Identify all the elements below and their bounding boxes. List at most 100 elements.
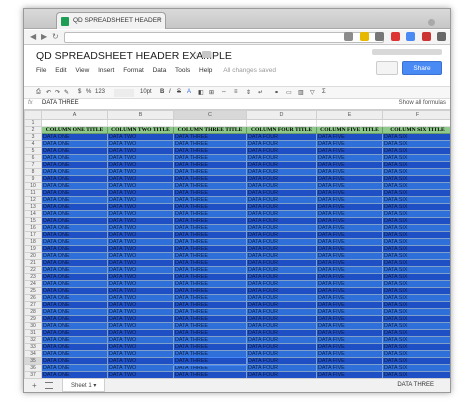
- grid-cell[interactable]: DATA THREE: [173, 189, 247, 197]
- grid-cell[interactable]: COLUMN FIVE TITLE: [316, 126, 383, 134]
- row-header[interactable]: 5: [24, 147, 42, 155]
- grid-cell[interactable]: DATA THREE: [173, 315, 247, 323]
- grid-cell[interactable]: [316, 119, 383, 127]
- redo-icon[interactable]: ↷: [55, 89, 60, 96]
- column-header-f[interactable]: F: [382, 110, 450, 120]
- grid-cell[interactable]: [173, 119, 247, 127]
- row-header[interactable]: 29: [24, 315, 42, 323]
- grid-cell[interactable]: DATA SIX: [382, 182, 450, 190]
- grid-cell[interactable]: DATA ONE: [41, 238, 108, 246]
- row-header[interactable]: 25: [24, 287, 42, 295]
- grid-cell[interactable]: DATA THREE: [173, 217, 247, 225]
- column-header-c[interactable]: C: [173, 110, 247, 120]
- grid-cell[interactable]: DATA TWO: [107, 287, 174, 295]
- grid-cell[interactable]: DATA THREE: [173, 203, 247, 211]
- grid-cell[interactable]: DATA THREE: [173, 133, 247, 141]
- row-header[interactable]: 33: [24, 343, 42, 351]
- grid-cell[interactable]: DATA ONE: [41, 259, 108, 267]
- menu-tools[interactable]: Tools: [175, 67, 190, 74]
- grid-cell[interactable]: DATA FIVE: [316, 329, 383, 337]
- grid-cell[interactable]: DATA SIX: [382, 168, 450, 176]
- row-header[interactable]: 13: [24, 203, 42, 211]
- row-header[interactable]: 21: [24, 259, 42, 267]
- grid-cell[interactable]: DATA FOUR: [246, 133, 317, 141]
- grid-cell[interactable]: DATA FIVE: [316, 147, 383, 155]
- grid-cell[interactable]: DATA FIVE: [316, 336, 383, 344]
- borders-icon[interactable]: ⊞: [209, 89, 214, 96]
- show-all-formulas-link[interactable]: Show all formulas: [399, 100, 446, 106]
- grid-cell[interactable]: DATA SIX: [382, 175, 450, 183]
- grid-cell[interactable]: DATA ONE: [41, 231, 108, 239]
- grid-cell[interactable]: DATA TWO: [107, 168, 174, 176]
- grid-cell[interactable]: DATA TWO: [107, 231, 174, 239]
- grid-cell[interactable]: DATA ONE: [41, 196, 108, 204]
- grid-cell[interactable]: DATA THREE: [173, 224, 247, 232]
- row-header[interactable]: 32: [24, 336, 42, 344]
- grid-cell[interactable]: DATA FIVE: [316, 217, 383, 225]
- gmail-icon[interactable]: [390, 32, 400, 41]
- grid-cell[interactable]: DATA ONE: [41, 308, 108, 316]
- grid-cell[interactable]: DATA FOUR: [246, 301, 317, 309]
- all-sheets-menu-icon[interactable]: [45, 382, 53, 389]
- row-header[interactable]: 31: [24, 329, 42, 337]
- grid-cell[interactable]: DATA THREE: [173, 308, 247, 316]
- grid-cell[interactable]: DATA SIX: [382, 217, 450, 225]
- grid-cell[interactable]: DATA SIX: [382, 238, 450, 246]
- grid-cell[interactable]: DATA FIVE: [316, 210, 383, 218]
- grid-cell[interactable]: DATA ONE: [41, 364, 108, 372]
- grid-cell[interactable]: DATA TWO: [107, 343, 174, 351]
- grid-cell[interactable]: DATA FIVE: [316, 287, 383, 295]
- grid-cell[interactable]: DATA SIX: [382, 329, 450, 337]
- insert-comment-icon[interactable]: ▭: [286, 89, 292, 96]
- menu-insert[interactable]: Insert: [98, 67, 114, 74]
- grid-cell[interactable]: DATA TWO: [107, 133, 174, 141]
- grid-cell[interactable]: DATA SIX: [382, 343, 450, 351]
- bold-button[interactable]: B: [160, 89, 164, 95]
- grid-cell[interactable]: COLUMN TWO TITLE: [107, 126, 174, 134]
- grid-cell[interactable]: DATA THREE: [173, 364, 247, 372]
- row-header[interactable]: 16: [24, 224, 42, 232]
- grid-cell[interactable]: DATA TWO: [107, 329, 174, 337]
- grid-cell[interactable]: DATA FIVE: [316, 252, 383, 260]
- grid-cell[interactable]: DATA SIX: [382, 203, 450, 211]
- extension-icon[interactable]: [359, 32, 369, 41]
- grid-cell[interactable]: DATA TWO: [107, 140, 174, 148]
- row-header[interactable]: 26: [24, 294, 42, 302]
- row-header[interactable]: 7: [24, 161, 42, 169]
- grid-cell[interactable]: DATA ONE: [41, 224, 108, 232]
- grid-cell[interactable]: DATA TWO: [107, 154, 174, 162]
- menu-help[interactable]: Help: [199, 67, 212, 74]
- user-account[interactable]: [372, 49, 442, 55]
- grid-cell[interactable]: DATA FIVE: [316, 224, 383, 232]
- grid-cell[interactable]: DATA FOUR: [246, 182, 317, 190]
- add-sheet-button[interactable]: +: [32, 381, 37, 390]
- grid-cell[interactable]: DATA TWO: [107, 308, 174, 316]
- grid-cell[interactable]: DATA FOUR: [246, 364, 317, 372]
- grid-cell[interactable]: DATA THREE: [173, 161, 247, 169]
- number-format-button[interactable]: 123: [95, 89, 105, 95]
- valign-icon[interactable]: ⇕: [246, 89, 251, 96]
- grid-cell[interactable]: DATA FOUR: [246, 140, 317, 148]
- grid-cell[interactable]: DATA SIX: [382, 140, 450, 148]
- grid-cell[interactable]: DATA SIX: [382, 154, 450, 162]
- grid-cell[interactable]: DATA TWO: [107, 364, 174, 372]
- grid-cell[interactable]: DATA SIX: [382, 357, 450, 365]
- grid-cell[interactable]: DATA FOUR: [246, 175, 317, 183]
- grid-cell[interactable]: DATA TWO: [107, 322, 174, 330]
- grid-cell[interactable]: DATA TWO: [107, 357, 174, 365]
- grid-cell[interactable]: DATA ONE: [41, 168, 108, 176]
- grid-cell[interactable]: DATA SIX: [382, 315, 450, 323]
- grid-cell[interactable]: DATA ONE: [41, 175, 108, 183]
- grid-cell[interactable]: DATA ONE: [41, 161, 108, 169]
- grid-cell[interactable]: DATA FOUR: [246, 315, 317, 323]
- folder-icon[interactable]: [202, 51, 211, 58]
- grid-cell[interactable]: DATA SIX: [382, 252, 450, 260]
- percent-format-button[interactable]: %: [86, 89, 91, 95]
- row-header[interactable]: 36: [24, 364, 42, 372]
- grid-cell[interactable]: DATA FIVE: [316, 231, 383, 239]
- grid-cell[interactable]: DATA FIVE: [316, 140, 383, 148]
- grid-cell[interactable]: DATA SIX: [382, 196, 450, 204]
- grid-cell[interactable]: DATA TWO: [107, 210, 174, 218]
- wrap-icon[interactable]: ↵: [258, 89, 263, 96]
- row-header[interactable]: 4: [24, 140, 42, 148]
